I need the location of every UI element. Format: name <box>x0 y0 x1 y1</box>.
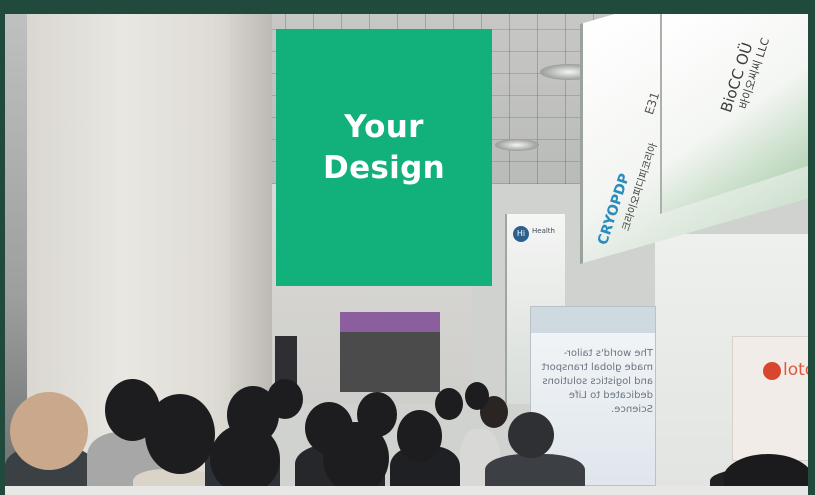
health-sign-label: Health <box>532 227 555 235</box>
person-head <box>10 392 88 470</box>
person-head <box>357 392 397 437</box>
person-head <box>723 454 808 486</box>
person-head <box>465 382 489 410</box>
your-design-overlay[interactable]: Your Design <box>276 29 492 286</box>
crowd <box>5 374 808 486</box>
person-head <box>267 379 303 419</box>
overlay-line-1: Your <box>344 108 424 145</box>
purple-sign-band <box>340 312 440 332</box>
person-cap <box>508 412 554 458</box>
exhibition-photo: Hi Health CRYOPDP 크라이오피디피코리아 E31 BioCC O… <box>5 14 808 486</box>
ceiling-light <box>495 139 539 151</box>
person-head <box>435 388 463 420</box>
person-head <box>210 424 280 486</box>
overlay-line-2: Design <box>323 149 445 186</box>
hi-badge-icon: Hi <box>513 226 529 242</box>
person-head <box>397 410 442 462</box>
person-head <box>145 394 215 474</box>
bottom-strip <box>5 486 808 495</box>
